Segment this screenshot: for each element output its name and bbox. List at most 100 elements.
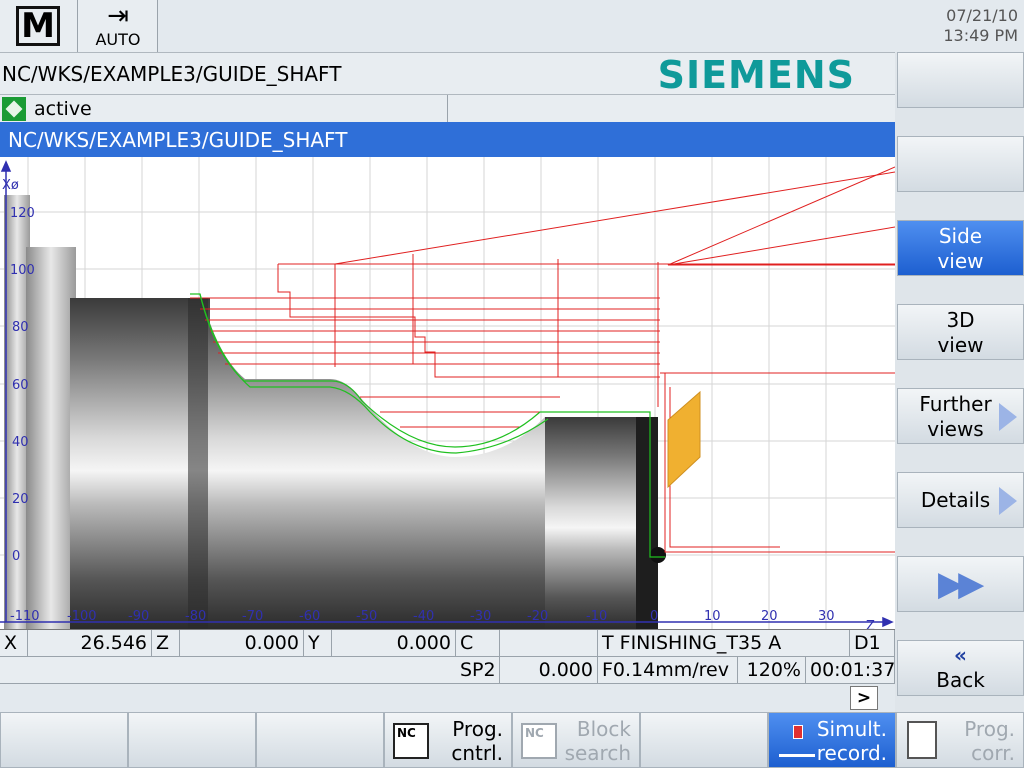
back-chevron-icon: «: [954, 643, 967, 667]
block-search-line1: Block: [576, 717, 631, 741]
back-button[interactable]: « Back: [897, 640, 1024, 696]
z-label: Z: [152, 630, 180, 656]
c-label: C: [456, 630, 500, 656]
simulation-record-icon: [779, 725, 815, 757]
simult-record-line1: Simult.: [816, 717, 887, 741]
prog-cntrl-line1: Prog.: [452, 717, 503, 741]
auto-mode-label: AUTO: [95, 30, 141, 49]
x-tick: -110: [10, 609, 40, 624]
x-tick: 10: [704, 609, 721, 624]
siemens-logo: SIEMENS: [657, 53, 855, 97]
hsoftkey-2[interactable]: [128, 712, 256, 768]
x-tick: -30: [470, 609, 491, 624]
hsoftkey-3[interactable]: [256, 712, 384, 768]
datetime: 07/21/10 13:49 PM: [943, 6, 1018, 46]
x-value: 26.546: [28, 630, 152, 656]
y-value: 0.000: [332, 630, 456, 656]
y-tick: 80: [12, 320, 29, 335]
x-axis-label: Z: [866, 619, 875, 630]
y-tick: 60: [12, 378, 29, 393]
back-label: Back: [936, 668, 985, 692]
machine-mode-icon: M: [16, 6, 60, 46]
y-label: Y: [304, 630, 332, 656]
x-tick: -60: [299, 609, 320, 624]
program-path-row: NC/WKS/EXAMPLE3/GUIDE_SHAFT SIEMENS: [0, 52, 895, 97]
time-display: 13:49 PM: [943, 26, 1018, 45]
x-tick: 0: [650, 609, 658, 624]
vsoftkey-2[interactable]: [897, 136, 1024, 192]
3d-view-line2: view: [937, 333, 984, 357]
prog-corr-line1: Prog.: [964, 717, 1015, 741]
x-tick: -90: [128, 609, 149, 624]
block-search-icon: NC: [521, 723, 557, 759]
fast-forward-button[interactable]: ▶▶: [897, 556, 1024, 612]
simult-record-line2: record.: [816, 741, 887, 765]
3d-view-line1: 3D: [946, 308, 975, 332]
x-tick: -10: [586, 609, 607, 624]
simulation-canvas[interactable]: Xø Z 120 100 80 60 40 20 0 -110 -100 -90…: [0, 157, 895, 630]
side-view-line1: Side: [938, 224, 983, 248]
machine-mode-button[interactable]: M: [0, 0, 78, 52]
more-button[interactable]: >: [850, 686, 878, 710]
c-value: [500, 630, 598, 656]
vsoftkey-1[interactable]: [897, 52, 1024, 108]
expand-arrow-icon: [999, 487, 1017, 515]
status-divider: [447, 95, 448, 123]
program-title-bar: NC/WKS/EXAMPLE3/GUIDE_SHAFT: [0, 122, 895, 157]
hsoftkey-6[interactable]: [640, 712, 768, 768]
expand-arrow-icon: [999, 403, 1017, 431]
program-path: NC/WKS/EXAMPLE3/GUIDE_SHAFT: [2, 62, 342, 86]
x-tick: 20: [761, 609, 778, 624]
prog-corr-line2: corr.: [971, 741, 1015, 765]
auto-arrow-icon: ⇥: [107, 1, 129, 31]
cutting-tool-icon: [667, 390, 701, 489]
program-title: NC/WKS/EXAMPLE3/GUIDE_SHAFT: [8, 128, 348, 152]
feed-value: F0.14mm/rev: [598, 657, 738, 683]
x-tick: -50: [356, 609, 377, 624]
spindle-row: SP2 0.000 F0.14mm/rev 120% 00:01:37: [0, 657, 895, 684]
y-tick: 100: [10, 263, 35, 278]
chuck-body: [26, 247, 76, 629]
hsoftkey-1[interactable]: [0, 712, 128, 768]
details-button[interactable]: Details: [897, 472, 1024, 528]
x-ticks: -110 -100 -90 -80 -70 -60 -50 -40 -30 -2…: [10, 609, 835, 624]
y-tick: 40: [12, 435, 29, 450]
run-time: 00:01:37: [806, 657, 895, 683]
override-value: 120%: [738, 657, 806, 683]
side-view-line2: view: [937, 249, 984, 273]
spindle-value: 0.000: [500, 657, 598, 683]
more-row: >: [0, 684, 895, 712]
prog-cntrl-line2: cntrl.: [451, 741, 503, 765]
x-tick: 30: [818, 609, 835, 624]
program-correction-icon: [907, 721, 937, 759]
side-view-button[interactable]: Side view: [897, 220, 1024, 276]
x-tick: -80: [185, 609, 206, 624]
position-row: X 26.546 Z 0.000 Y 0.000 C T FINISHING_T…: [0, 630, 895, 657]
spindle-label: SP2: [456, 657, 500, 683]
y-axis-label: Xø: [2, 178, 19, 193]
active-status-icon: [2, 97, 26, 121]
workpiece: [70, 298, 666, 629]
further-views-button[interactable]: Further views: [897, 388, 1024, 444]
block-search-button[interactable]: NC Block search: [512, 712, 640, 768]
x-tick: -100: [67, 609, 97, 624]
fast-forward-icon: ▶▶: [938, 564, 984, 604]
prog-cntrl-button[interactable]: NC Prog. cntrl.: [384, 712, 512, 768]
3d-view-button[interactable]: 3D view: [897, 304, 1024, 360]
date-display: 07/21/10: [946, 6, 1018, 25]
x-tick: -20: [527, 609, 548, 624]
program-control-icon: NC: [393, 723, 429, 759]
x-label: X: [0, 630, 28, 656]
prog-corr-button[interactable]: Prog. corr.: [896, 712, 1024, 768]
y-tick: 0: [12, 549, 20, 564]
tool-name: T FINISHING_T35 A: [598, 630, 850, 656]
y-tick: 120: [10, 206, 35, 221]
top-bar: M ⇥ AUTO 07/21/10 13:49 PM: [0, 0, 1024, 52]
z-value: 0.000: [180, 630, 304, 656]
x-tick: -40: [413, 609, 434, 624]
d-number: D1: [850, 630, 895, 656]
simult-record-button[interactable]: Simult. record.: [768, 712, 896, 768]
program-status-row: active: [0, 94, 895, 123]
block-search-line2: search: [564, 741, 631, 765]
auto-mode-button[interactable]: ⇥ AUTO: [78, 0, 158, 52]
